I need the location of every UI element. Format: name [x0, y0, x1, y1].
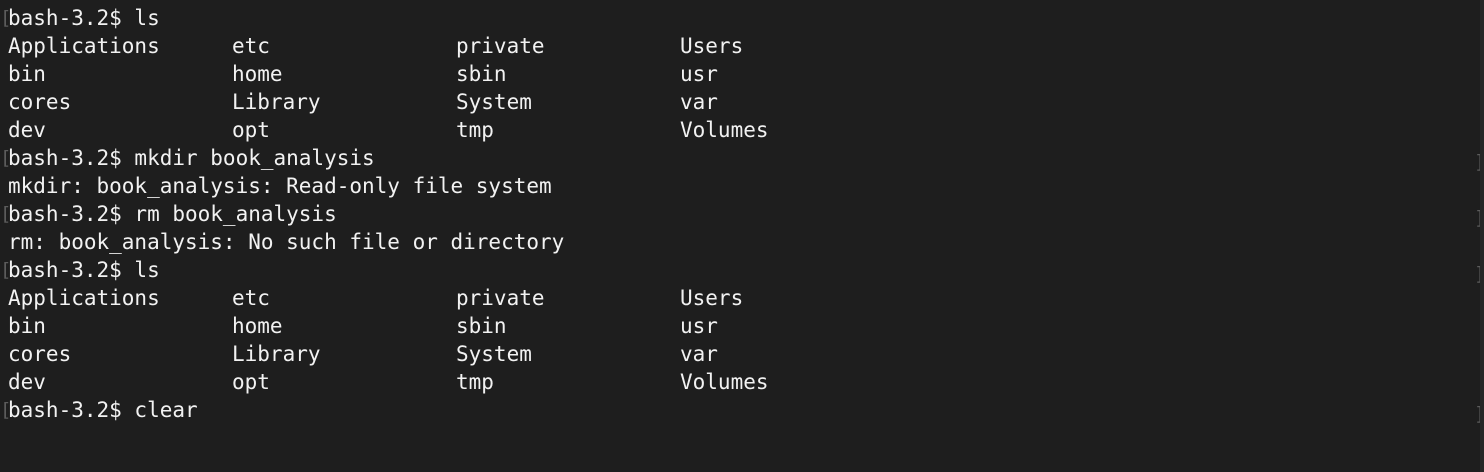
error-output: rm: book_analysis: No such file or direc…	[8, 230, 565, 254]
ls-entry: dev	[8, 370, 46, 394]
ls-entry: home	[232, 62, 283, 86]
ls-output-row: bin home sbin usr	[8, 60, 718, 88]
ls-output-row: dev opt tmp Volumes	[8, 116, 769, 144]
command-line: bash-3.2$ mkdir book_analysis	[0, 144, 564, 172]
command-line: bash-3.2$ ls	[0, 256, 564, 284]
ls-entry: Library	[232, 90, 321, 114]
ls-entry: tmp	[456, 118, 494, 142]
ls-entry: usr	[680, 314, 718, 338]
ls-entry: cores	[8, 342, 72, 366]
ls-output-row: cores Library System var	[8, 340, 718, 368]
ls-entry: bin	[8, 314, 46, 338]
ls-output-row: dev opt tmp Volumes	[8, 368, 769, 396]
ls-entry: sbin	[456, 314, 507, 338]
ls-entry: home	[232, 314, 283, 338]
ls-entry: var	[680, 342, 718, 366]
command-line: bash-3.2$ clear	[0, 396, 564, 424]
ls-entry: Users	[680, 286, 744, 310]
ls-entry: sbin	[456, 62, 507, 86]
command-line: bash-3.2$ rm book_analysis	[0, 200, 564, 228]
terminal-output: bash-3.2$ ls Applications etc private Us…	[0, 4, 769, 424]
ls-entry: etc	[232, 34, 270, 58]
ls-entry: Applications	[8, 34, 160, 58]
ls-entry: etc	[232, 286, 270, 310]
ls-entry: tmp	[456, 370, 494, 394]
ls-entry: System	[456, 90, 532, 114]
ls-output-row: Applications etc private Users	[8, 32, 743, 60]
ls-entry: private	[456, 286, 545, 310]
ls-entry: Users	[680, 34, 744, 58]
ls-output-row: bin home sbin usr	[8, 312, 718, 340]
ls-entry: dev	[8, 118, 46, 142]
ls-entry: opt	[232, 370, 270, 394]
ls-entry: Volumes	[680, 370, 769, 394]
ls-entry: opt	[232, 118, 270, 142]
ls-output-row: Applications etc private Users	[8, 284, 743, 312]
scrollbar[interactable]	[1480, 0, 1484, 472]
ls-entry: System	[456, 342, 532, 366]
error-output: mkdir: book_analysis: Read-only file sys…	[8, 174, 552, 198]
ls-entry: Volumes	[680, 118, 769, 142]
ls-output-row: cores Library System var	[8, 88, 718, 116]
terminal-window[interactable]: bash-3.2$ ls Applications etc private Us…	[0, 0, 1484, 472]
ls-entry: var	[680, 90, 718, 114]
ls-entry: Library	[232, 342, 321, 366]
ls-entry: usr	[680, 62, 718, 86]
ls-entry: bin	[8, 62, 46, 86]
ls-entry: private	[456, 34, 545, 58]
ls-entry: Applications	[8, 286, 160, 310]
ls-entry: cores	[8, 90, 72, 114]
command-line: bash-3.2$ ls	[0, 4, 564, 32]
